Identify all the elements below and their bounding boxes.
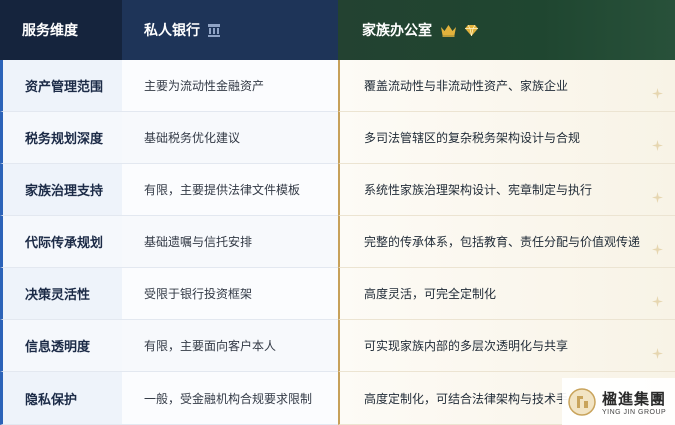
row-dimension: 税务规划深度	[0, 112, 122, 164]
row-family-office-text: 覆盖流动性与非流动性资产、家族企业	[364, 79, 569, 93]
header-dimension: 服务维度	[0, 0, 122, 60]
header-family-office: 家族办公室	[338, 0, 675, 60]
table-header: 服务维度 私人银行 家族办公室	[0, 0, 675, 60]
crown-icon	[441, 24, 456, 37]
row-dimension: 信息透明度	[0, 320, 122, 372]
header-dimension-label: 服务维度	[22, 23, 78, 39]
gem-icon	[465, 24, 478, 36]
logo-name-en: YING JIN GROUP	[602, 408, 667, 416]
row-family-office: 覆盖流动性与非流动性资产、家族企业	[338, 60, 675, 112]
row-dimension: 代际传承规划	[0, 216, 122, 268]
row-family-office-text: 高度定制化，可结合法律架构与技术手	[364, 391, 569, 406]
row-private-bank: 有限，主要提供法律文件模板	[122, 164, 338, 216]
row-family-office-text: 可实现家族内部的多层次透明化与共享	[364, 339, 569, 353]
sparkle-icon	[652, 192, 663, 203]
row-private-bank: 基础遗嘱与信托安排	[122, 216, 338, 268]
sparkle-icon	[652, 244, 663, 255]
row-family-office-text: 系统性家族治理架构设计、宪章制定与执行	[364, 183, 593, 197]
logo-name-cn: 楹進集團	[602, 389, 667, 408]
row-family-office: 高度灵活，可完全定制化	[338, 268, 675, 320]
row-family-office-text: 多司法管辖区的复杂税务架构设计与合规	[364, 131, 581, 145]
row-private-bank: 基础税务优化建议	[122, 112, 338, 164]
row-family-office-text: 高度灵活，可完全定制化	[364, 287, 497, 301]
table-row: 代际传承规划 基础遗嘱与信托安排 完整的传承体系，包括教育、责任分配与价值观传递	[0, 216, 675, 268]
row-private-bank: 有限，主要面向客户本人	[122, 320, 338, 372]
row-dimension: 隐私保护	[0, 372, 122, 425]
header-private-bank-label: 私人银行	[144, 23, 200, 39]
header-family-office-label: 家族办公室	[362, 23, 432, 39]
row-dimension: 决策灵活性	[0, 268, 122, 320]
row-family-office-text: 完整的传承体系，包括教育、责任分配与价值观传递	[364, 235, 641, 249]
row-family-office: 完整的传承体系，包括教育、责任分配与价值观传递	[338, 216, 675, 268]
row-private-bank: 受限于银行投资框架	[122, 268, 338, 320]
table-row: 决策灵活性 受限于银行投资框架 高度灵活，可完全定制化	[0, 268, 675, 320]
logo-mark-icon	[568, 387, 596, 416]
row-private-bank: 一般，受金融机构合规要求限制	[122, 372, 338, 425]
sparkle-icon	[652, 348, 663, 359]
table-row: 税务规划深度 基础税务优化建议 多司法管辖区的复杂税务架构设计与合规	[0, 112, 675, 164]
row-family-office: 系统性家族治理架构设计、宪章制定与执行	[338, 164, 675, 216]
header-private-bank: 私人银行	[122, 0, 338, 60]
row-private-bank: 主要为流动性金融资产	[122, 60, 338, 112]
bank-icon	[208, 23, 220, 37]
sparkle-icon	[652, 88, 663, 99]
row-dimension: 资产管理范围	[0, 60, 122, 112]
comparison-table: 服务维度 私人银行 家族办公室 资产管理范围 主要为流动性金融资产 覆盖流动性与…	[0, 0, 675, 425]
table-row: 家族治理支持 有限，主要提供法律文件模板 系统性家族治理架构设计、宪章制定与执行	[0, 164, 675, 216]
company-logo: 楹進集團 YING JIN GROUP	[562, 378, 675, 425]
sparkle-icon	[652, 140, 663, 151]
row-dimension: 家族治理支持	[0, 164, 122, 216]
table-row: 信息透明度 有限，主要面向客户本人 可实现家族内部的多层次透明化与共享	[0, 320, 675, 372]
table-row: 资产管理范围 主要为流动性金融资产 覆盖流动性与非流动性资产、家族企业	[0, 60, 675, 112]
sparkle-icon	[652, 296, 663, 307]
row-family-office: 可实现家族内部的多层次透明化与共享	[338, 320, 675, 372]
row-family-office: 多司法管辖区的复杂税务架构设计与合规	[338, 112, 675, 164]
